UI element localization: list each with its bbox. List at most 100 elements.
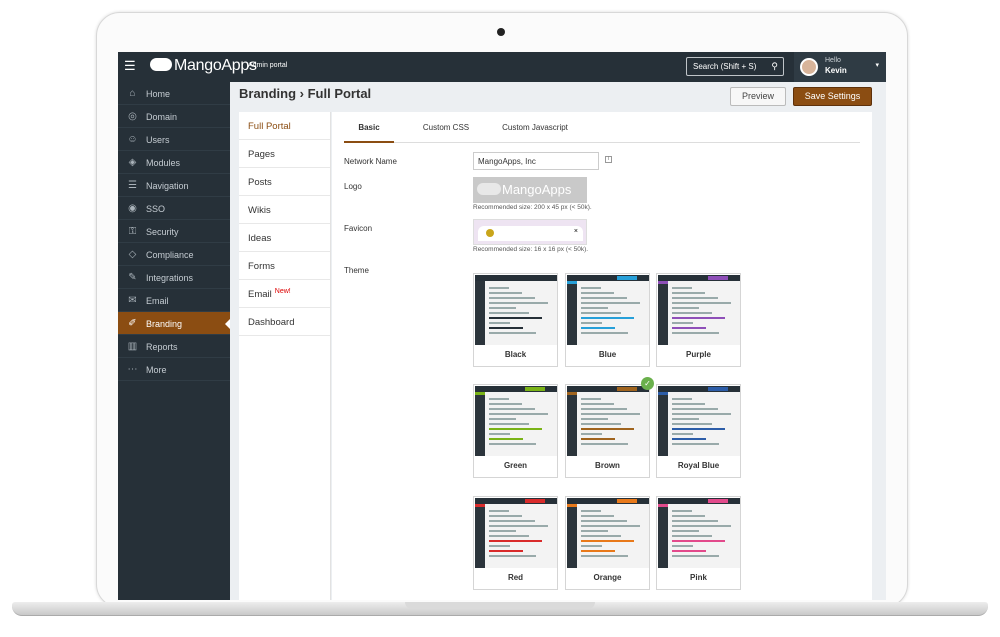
page-title: Branding › Full Portal xyxy=(239,86,372,101)
tab-bar: Basic Custom CSS Custom Javascript xyxy=(344,119,860,143)
tab-custom-javascript[interactable]: Custom Javascript xyxy=(490,119,580,143)
subnav-item-label: Posts xyxy=(248,177,272,188)
globe-icon: ◎ xyxy=(128,111,137,122)
theme-thumbnail xyxy=(475,275,557,345)
sidebar-item-label: Branding xyxy=(146,319,183,329)
preview-button[interactable]: Preview xyxy=(730,87,786,106)
theme-option-blue[interactable]: Blue xyxy=(565,273,650,367)
sidebar-item-label: Home xyxy=(146,89,171,99)
theme-option-royal-blue[interactable]: Royal Blue xyxy=(656,384,741,478)
sidebar-item-label: Reports xyxy=(146,342,178,352)
sidebar-item-reports[interactable]: ▥ Reports xyxy=(118,335,230,358)
wrench-icon: ✎ xyxy=(128,272,137,283)
sidebar-item-label: Navigation xyxy=(146,181,189,191)
theme-thumbnail xyxy=(475,386,557,456)
close-icon: × xyxy=(573,228,578,235)
sidebar-item-label: SSO xyxy=(146,204,166,214)
theme-name: Orange xyxy=(593,573,622,582)
subnav-item-dashboard[interactable]: Dashboard xyxy=(239,308,330,336)
new-badge: New! xyxy=(274,288,291,295)
favicon-hint: Recommended size: 16 x 16 px (< 50k). xyxy=(473,246,589,253)
theme-name: Blue xyxy=(598,350,617,359)
favicon-upload[interactable]: × xyxy=(473,219,587,245)
settings-panel: Basic Custom CSS Custom Javascript Netwo… xyxy=(332,112,872,600)
search-icon[interactable]: ⚲ xyxy=(771,61,778,72)
info-icon[interactable]: i xyxy=(605,156,612,163)
cloud-icon xyxy=(477,183,501,195)
theme-option-green[interactable]: Green xyxy=(473,384,558,478)
theme-option-pink[interactable]: Pink xyxy=(656,496,741,590)
modules-icon: ◈ xyxy=(128,157,137,168)
subnav-item-email[interactable]: Email New! xyxy=(239,280,330,308)
logo-label: Logo xyxy=(344,182,362,191)
theme-option-black[interactable]: Black xyxy=(473,273,558,367)
theme-name: Green xyxy=(503,461,528,470)
theme-thumbnail xyxy=(567,498,649,568)
search-input[interactable]: Search (Shift + S) ⚲ xyxy=(686,57,784,76)
theme-thumbnail xyxy=(658,386,740,456)
theme-name: Black xyxy=(504,350,527,359)
theme-name: Pink xyxy=(690,573,707,582)
tab-basic[interactable]: Basic xyxy=(344,119,394,143)
user-name: Kevin xyxy=(825,66,847,75)
theme-thumbnail xyxy=(658,498,740,568)
top-bar: ☰ MangoApps Admin portal Search (Shift +… xyxy=(118,52,886,82)
sidebar-item-email[interactable]: ✉ Email xyxy=(118,289,230,312)
sidebar-item-compliance[interactable]: ◇ Compliance xyxy=(118,243,230,266)
cloud-icon xyxy=(150,58,172,71)
save-settings-button[interactable]: Save Settings xyxy=(793,87,872,106)
sidebar-item-integrations[interactable]: ✎ Integrations xyxy=(118,266,230,289)
subnav-item-forms[interactable]: Forms xyxy=(239,252,330,280)
user-icon: ☺ xyxy=(127,134,138,145)
menu-icon[interactable]: ☰ xyxy=(124,59,138,73)
sidebar-item-branding[interactable]: ✐ Branding xyxy=(118,312,230,335)
shield-icon: ◇ xyxy=(128,249,137,260)
theme-name: Red xyxy=(507,573,524,582)
theme-option-red[interactable]: Red xyxy=(473,496,558,590)
theme-thumbnail xyxy=(475,498,557,568)
sidebar-item-label: Email xyxy=(146,296,169,306)
favicon-icon xyxy=(486,229,494,237)
selected-check-icon: ✓ xyxy=(641,377,654,390)
sidebar-item-modules[interactable]: ◈ Modules xyxy=(118,151,230,174)
screen: ☰ MangoApps Admin portal Search (Shift +… xyxy=(118,52,886,600)
theme-option-orange[interactable]: Orange xyxy=(565,496,650,590)
logo-upload[interactable]: MangoApps xyxy=(473,177,587,203)
sidebar-item-domain[interactable]: ◎ Domain xyxy=(118,105,230,128)
sidebar-item-home[interactable]: ⌂ Home xyxy=(118,82,230,105)
portal-label: Admin portal xyxy=(248,62,288,69)
theme-thumbnail xyxy=(658,275,740,345)
chart-icon: ▥ xyxy=(127,341,138,352)
sidebar-item-label: More xyxy=(146,365,167,375)
user-menu[interactable]: Hello Kevin ▾ xyxy=(794,52,886,82)
sidebar-item-security[interactable]: ⚿ Security xyxy=(118,220,230,243)
subnav-item-ideas[interactable]: Ideas xyxy=(239,224,330,252)
logo-hint: Recommended size: 200 x 45 px (< 50k). xyxy=(473,204,592,211)
sidebar-item-label: Security xyxy=(146,227,179,237)
subnav-item-wikis[interactable]: Wikis xyxy=(239,196,330,224)
sidebar-item-label: Domain xyxy=(146,112,178,122)
subnav-item-full-portal[interactable]: Full Portal xyxy=(239,112,330,140)
app-logo[interactable]: MangoApps xyxy=(150,57,257,75)
subnav-item-label: Ideas xyxy=(248,233,272,244)
subnav-item-label: Wikis xyxy=(248,205,271,216)
theme-option-brown[interactable]: Brown ✓ xyxy=(565,377,654,478)
tab-custom-css[interactable]: Custom CSS xyxy=(408,119,484,143)
sidebar-item-navigation[interactable]: ☰ Navigation xyxy=(118,174,230,197)
network-name-input[interactable]: MangoApps, Inc xyxy=(473,152,599,170)
theme-option-purple[interactable]: Purple xyxy=(656,273,741,367)
logo-text: MangoApps xyxy=(174,57,257,74)
sidebar: ⌂ Home ◎ Domain ☺ Users ◈ Modules ☰ Navigation ◉ SS… xyxy=(118,82,230,600)
laptop-notch xyxy=(405,602,595,609)
chevron-down-icon[interactable]: ▾ xyxy=(875,61,879,69)
subnav-item-label: Dashboard xyxy=(248,317,295,328)
list-icon: ☰ xyxy=(128,180,137,191)
sidebar-item-sso[interactable]: ◉ SSO xyxy=(118,197,230,220)
subnav-item-posts[interactable]: Posts xyxy=(239,168,330,196)
sidebar-item-more[interactable]: ⋯ More xyxy=(118,358,230,381)
sso-icon: ◉ xyxy=(128,203,137,214)
sidebar-item-users[interactable]: ☺ Users xyxy=(118,128,230,151)
envelope-icon: ✉ xyxy=(128,295,137,306)
brush-icon: ✐ xyxy=(128,318,137,329)
subnav-item-pages[interactable]: Pages xyxy=(239,140,330,168)
